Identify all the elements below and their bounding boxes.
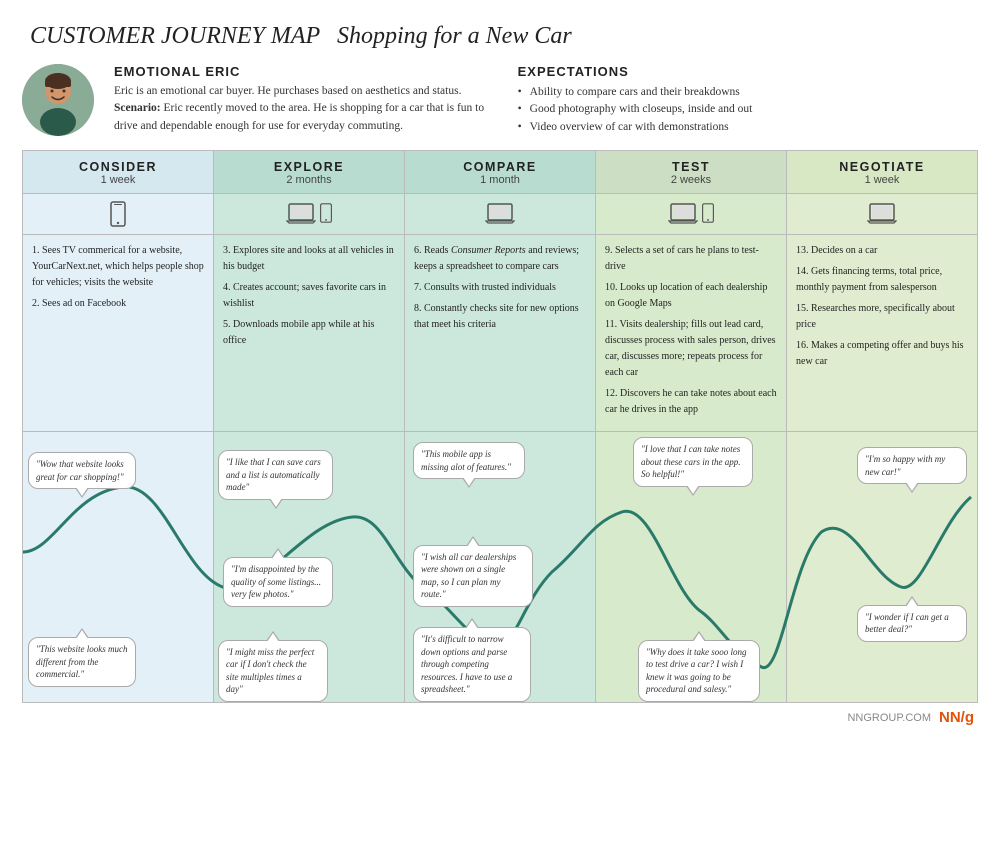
phase-header-consider: CONSIDER 1 week: [23, 151, 214, 193]
negotiate-negative-bubble: "I wonder if I can get a better deal?": [857, 605, 967, 642]
explore-positive-bubble: "I like that I can save cars and a list …: [218, 450, 333, 500]
expectations: EXPECTATIONS Ability to compare cars and…: [518, 64, 978, 136]
compare-negative2-bubble: "I wish all car dealerships were shown o…: [413, 545, 533, 607]
phase-header-test: TEST 2 weeks: [596, 151, 787, 193]
expectations-list: Ability to compare cars and their breakd…: [518, 84, 978, 136]
page: CUSTOMER JOURNEY MAP Shopping for a New …: [0, 0, 1000, 859]
persona-info: EMOTIONAL ERIC Eric is an emotional car …: [114, 64, 498, 135]
devices-explore: [214, 194, 405, 234]
actions-consider: 1. Sees TV commerical for a website, You…: [23, 235, 214, 431]
test-negative-bubble: "Why does it take sooo long to test driv…: [638, 640, 760, 702]
laptop-icon: [485, 202, 515, 224]
website-label: NNGROUP.COM: [847, 712, 931, 724]
negotiate-positive-bubble: "I'm so happy with my new car!": [857, 447, 967, 484]
header: CUSTOMER JOURNEY MAP Shopping for a New …: [22, 18, 978, 50]
actions-compare: 6. Reads Consumer Reports and reviews; k…: [405, 235, 596, 431]
phone-icon: [701, 203, 715, 223]
actions-row: 1. Sees TV commerical for a website, You…: [23, 235, 977, 432]
devices-negotiate: [787, 194, 977, 234]
devices-row: [23, 194, 977, 235]
phase-header-negotiate: NEGOTIATE 1 week: [787, 151, 977, 193]
expectations-title: EXPECTATIONS: [518, 64, 978, 79]
explore-negative1-bubble: "I'm disappointed by the quality of some…: [223, 557, 333, 607]
header-title: CUSTOMER JOURNEY MAP Shopping for a New …: [22, 18, 978, 50]
persona-description: Eric is an emotional car buyer. He purch…: [114, 83, 498, 135]
actions-negotiate: 13. Decides on a car 14. Gets financing …: [787, 235, 977, 431]
test-positive-bubble: "I love that I can take notes about thes…: [633, 437, 753, 487]
devices-test: [596, 194, 787, 234]
devices-consider: [23, 194, 214, 234]
phase-header-explore: EXPLORE 2 months: [214, 151, 405, 193]
laptop-icon: [286, 202, 316, 224]
expectation-item: Good photography with closeups, inside a…: [518, 101, 978, 118]
avatar: [22, 64, 94, 136]
page-title: CUSTOMER JOURNEY MAP Shopping for a New …: [22, 18, 572, 49]
expectation-item: Video overview of car with demonstration…: [518, 119, 978, 136]
emotion-row: "Wow that website looks great for car sh…: [23, 432, 977, 702]
phone-icon: [109, 201, 127, 227]
phone-icon: [319, 203, 333, 223]
consider-negative-bubble: "This website looks much different from …: [28, 637, 136, 687]
phase-headers-row: CONSIDER 1 week EXPLORE 2 months COMPARE…: [23, 151, 977, 194]
devices-compare: [405, 194, 596, 234]
actions-explore: 3. Explores site and looks at all vehicl…: [214, 235, 405, 431]
journey-table: CONSIDER 1 week EXPLORE 2 months COMPARE…: [22, 150, 978, 703]
explore-negative2-bubble: "I might miss the perfect car if I don't…: [218, 640, 328, 702]
compare-negative3-bubble: "It's difficult to narrow down options a…: [413, 627, 531, 702]
phase-header-compare: COMPARE 1 month: [405, 151, 596, 193]
branding-row: NNGROUP.COM NN/g: [22, 703, 978, 726]
persona-row: EMOTIONAL ERIC Eric is an emotional car …: [22, 64, 978, 136]
persona-name: EMOTIONAL ERIC: [114, 64, 498, 79]
nn-logo: NN/g: [939, 709, 974, 726]
laptop-icon: [668, 202, 698, 224]
actions-test: 9. Selects a set of cars he plans to tes…: [596, 235, 787, 431]
consider-positive-bubble: "Wow that website looks great for car sh…: [28, 452, 136, 489]
laptop-icon: [867, 202, 897, 224]
expectation-item: Ability to compare cars and their breakd…: [518, 84, 978, 101]
compare-negative1-bubble: "This mobile app is missing alot of feat…: [413, 442, 525, 479]
